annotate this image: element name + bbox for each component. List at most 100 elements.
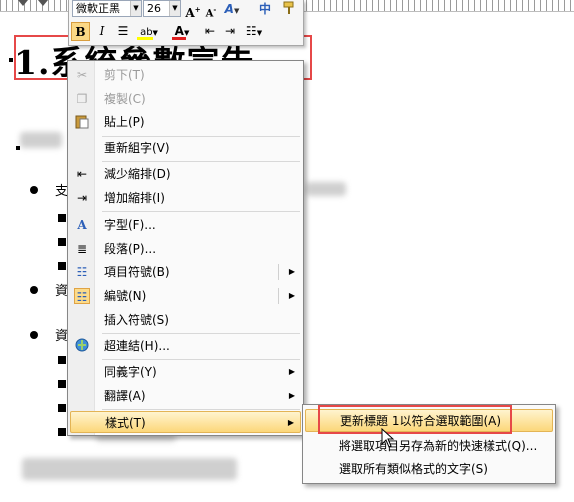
menu-item-insert-symbol[interactable]: 插入符號(S) [70,309,301,331]
bullet-square [58,356,66,364]
font-color-button[interactable]: A▼ [169,22,195,41]
split-divider [278,288,279,304]
split-divider [278,264,279,280]
bullets-icon: ☷ [76,265,88,279]
align-center-icon[interactable]: ☰ [114,22,132,41]
menu-item-translate[interactable]: 翻譯(A) ▶ [70,385,301,407]
mini-toolbar: 微軟正黑 ▼ 26 ▼ A+ A- A▼ 中 B I ☰ ab▼ A▼ ⇤ ⇥ … [68,0,304,46]
grow-font-button[interactable]: A+ [185,0,201,20]
menu-item-label: 重新組字(V) [104,141,170,155]
paragraph-mark [9,58,13,62]
tab-stop-icon[interactable] [38,0,48,6]
menu-item-label: 編號(N) [104,289,147,303]
menu-item-label: 樣式(T) [105,416,146,430]
font-color-bar [172,37,186,40]
submenu-item-save-quick-style[interactable]: 將選取項目另存為新的快速樣式(Q)... [305,435,553,458]
submenu-arrow-icon: ▶ [288,391,295,400]
menu-item-label: 同義字(Y) [104,365,157,379]
clear-formatting-button[interactable]: A▼ [221,0,243,19]
decrease-indent-icon[interactable]: ⇤ [201,22,219,41]
menu-item-decrease-indent[interactable]: ⇤ 減少縮排(D) [70,163,301,185]
menu-item-label: 複製(C) [104,92,146,106]
bullet-square [58,404,66,412]
bullet-square [58,238,66,246]
menu-separator [102,409,300,410]
submenu-item-select-similar[interactable]: 選取所有類似格式的文字(S) [305,458,553,481]
paragraph-mark [16,146,20,150]
menu-item-label: 減少縮排(D) [104,167,171,181]
context-menu: ✂ 剪下(T) ❐ 複製(C) 貼上(P) 重新組字(V) ⇤ 減少縮排(D) … [67,60,304,436]
cjk-button[interactable]: 中 [254,0,276,19]
menu-item-label: 插入符號(S) [104,313,169,327]
menu-item-copy[interactable]: ❐ 複製(C) [70,88,301,110]
menu-item-label: 段落(P)... [104,242,157,256]
indent-marker-icon[interactable] [18,0,28,6]
paste-icon [74,114,90,130]
menu-item-synonyms[interactable]: 同義字(Y) ▶ [70,361,301,383]
font-icon: A [77,218,87,232]
blurred-text [22,458,237,480]
submenu-annotation-box [318,405,512,434]
menu-item-bullets[interactable]: ☷ 項目符號(B) ▶ [70,261,301,283]
menu-separator [102,333,300,334]
menu-item-styles[interactable]: 樣式(T) ▶ [70,411,301,433]
cjk-label: 中 [258,2,271,16]
menu-item-label: 剪下(T) [104,68,145,82]
chevron-down-icon[interactable]: ▼ [130,1,141,16]
menu-item-cut[interactable]: ✂ 剪下(T) [70,64,301,86]
hyperlink-icon [74,338,90,354]
menu-item-label: 超連結(H)... [104,339,170,353]
font-name-select[interactable]: 微軟正黑 ▼ [72,0,142,17]
bullet-dot [30,331,38,339]
menu-item-paragraph[interactable]: ≣ 段落(P)... [70,238,301,260]
grow-font-label: A [185,6,195,20]
bullet-dot [30,186,38,194]
menu-item-numbering[interactable]: ☷ 編號(N) ▶ [70,285,301,307]
highlight-color-bar [137,37,153,40]
bullet-square [58,380,66,388]
menu-item-paste[interactable]: 貼上(P) [70,111,301,133]
menu-item-hyperlink[interactable]: 超連結(H)... [70,335,301,357]
submenu-arrow-icon: ▶ [288,291,295,300]
shrink-font-button[interactable]: A- [204,0,218,19]
chevron-down-icon[interactable]: ▼ [169,1,180,16]
scissors-icon: ✂ [76,68,88,82]
submenu-arrow-icon: ▶ [288,267,295,276]
menu-item-font[interactable]: A 字型(F)... [70,214,301,236]
font-name-value: 微軟正黑 [76,2,120,15]
menu-separator [102,161,300,162]
font-size-select[interactable]: 26 ▼ [143,0,181,17]
copy-icon: ❐ [76,92,88,106]
numbering-icon: ☷ [74,288,90,304]
paragraph-icon: ≣ [76,242,88,256]
italic-button[interactable]: I [94,22,110,41]
decrease-indent-icon: ⇤ [76,167,88,181]
font-color-label: A [174,24,184,38]
menu-item-reconvert[interactable]: 重新組字(V) [70,137,301,159]
bullets-icon[interactable]: ☷▼ [241,22,267,41]
submenu-item-label: 將選取項目另存為新的快速樣式(Q)... [339,439,538,453]
blurred-text [20,132,62,148]
increase-indent-icon: ⇥ [76,191,88,205]
highlight-color-button[interactable]: ab▼ [136,22,162,41]
mouse-cursor-icon [381,427,395,451]
bold-button[interactable]: B [71,22,90,41]
submenu-item-label: 選取所有類似格式的文字(S) [339,462,488,476]
menu-item-label: 字型(F)... [104,218,156,232]
bullet-square [58,262,66,270]
menu-item-label: 增加縮排(I) [104,191,165,205]
menu-item-increase-indent[interactable]: ⇥ 增加縮排(I) [70,187,301,209]
bullet-square [58,428,66,436]
menu-separator [102,211,300,212]
menu-separator [102,359,300,360]
submenu-arrow-icon: ▶ [287,418,294,427]
bullet-square [58,214,66,222]
menu-item-label: 貼上(P) [104,115,145,129]
font-size-value: 26 [147,2,161,15]
menu-item-label: 項目符號(B) [104,265,170,279]
format-painter-icon[interactable] [279,0,299,19]
bullet-dot [30,286,38,294]
blurred-text [306,182,346,196]
menu-item-label: 翻譯(A) [104,389,146,403]
increase-indent-icon[interactable]: ⇥ [221,22,239,41]
